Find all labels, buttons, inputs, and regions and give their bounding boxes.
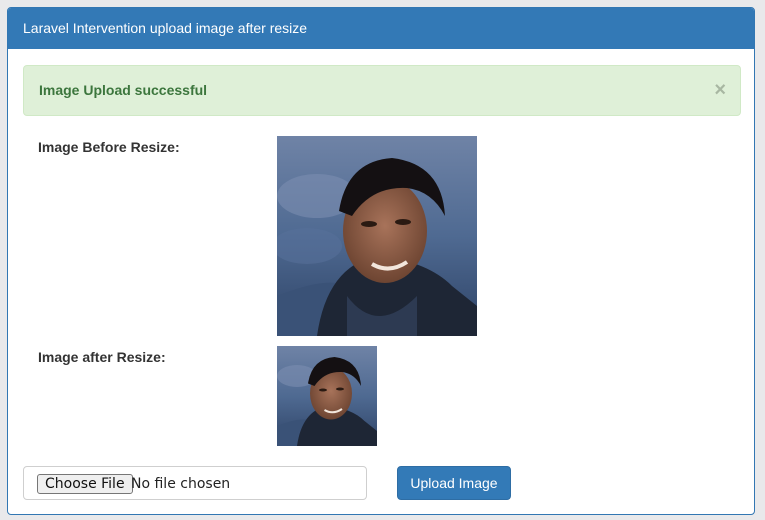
choose-file-button[interactable]: Choose File (37, 474, 133, 494)
alert-message: Image Upload successful (39, 82, 208, 98)
after-resize-label: Image after Resize: (38, 349, 166, 365)
panel-title: Laravel Intervention upload image after … (23, 20, 308, 36)
before-resize-label: Image Before Resize: (38, 139, 180, 155)
portrait-image (277, 136, 477, 336)
file-status-text: No file chosen (131, 476, 231, 492)
upload-image-button[interactable]: Upload Image (397, 466, 511, 500)
panel-heading: Laravel Intervention upload image after … (8, 8, 754, 49)
close-icon[interactable]: × (714, 66, 726, 115)
upload-panel: Laravel Intervention upload image after … (7, 7, 755, 515)
resized-photo (277, 346, 377, 446)
file-input[interactable]: Choose File No file chosen (23, 466, 367, 500)
portrait-image-small (277, 346, 377, 446)
original-photo (277, 136, 477, 336)
success-alert: Image Upload successful × (23, 65, 741, 116)
